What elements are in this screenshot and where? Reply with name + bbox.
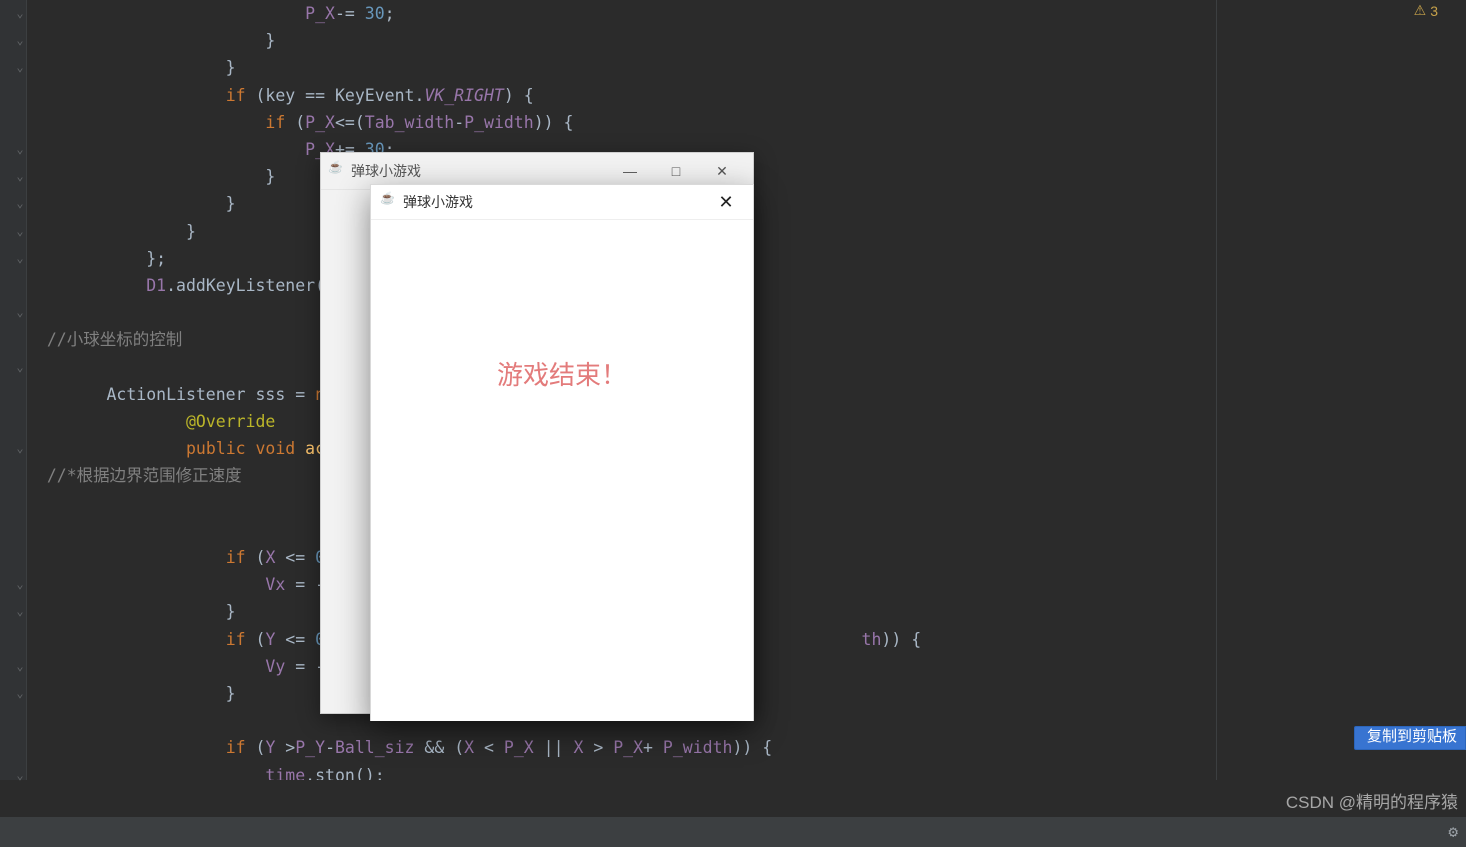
game-canvas: 游戏结束！ [371,220,753,721]
warnings-indicator[interactable]: ⚠ 3 [1414,2,1438,19]
warning-count: 3 [1430,3,1438,19]
editor-gutter: ⌄ ⌄ ⌄ ⌄ ⌄ ⌄ ⌄ ⌄ ⌄ ⌄ ⌄ ⌄ ⌄ ⌄ ⌄ ⌄ [0,0,27,780]
settings-gear-icon[interactable]: ⚙ [1448,822,1458,841]
fold-toggle[interactable]: ⌄ [15,226,25,236]
fold-toggle[interactable]: ⌄ [15,171,25,181]
fold-toggle[interactable]: ⌄ [15,362,25,372]
fold-toggle[interactable]: ⌄ [15,606,25,616]
fold-toggle[interactable]: ⌄ [15,307,25,317]
editor-right-margin [1216,0,1217,780]
fold-toggle[interactable]: ⌄ [15,579,25,589]
copy-to-clipboard-button[interactable]: 复制到剪贴板 [1354,726,1466,750]
fold-toggle[interactable]: ⌄ [15,661,25,671]
dialog-close-button[interactable]: ✕ [709,192,743,213]
game-over-text: 游戏结束！ [371,355,753,392]
minimize-button[interactable]: — [607,163,653,179]
fold-toggle[interactable]: ⌄ [15,8,25,18]
fold-toggle[interactable]: ⌄ [15,443,25,453]
fold-toggle[interactable]: ⌄ [15,144,25,154]
csdn-watermark: CSDN @精明的程序猿 [1286,788,1458,813]
fold-toggle[interactable]: ⌄ [15,688,25,698]
fold-toggle[interactable]: ⌄ [15,198,25,208]
fold-toggle[interactable]: ⌄ [15,62,25,72]
ide-status-bar: ⚙ [0,816,1466,847]
warning-icon: ⚠ [1414,2,1427,19]
ide-viewport: ⌄⌄⌄⌄⌄⌄⌄⌄⌄⌄⌄⌄⌄⌄⌄⌄ P_X-= 30; } } if (key =… [0,0,1466,847]
parent-window-title: 弹球小游戏 [351,161,421,181]
fold-toggle[interactable]: ⌄ [15,35,25,45]
game-dialog-window[interactable]: 弹球小游戏 ✕ 游戏结束！ [370,184,754,721]
close-button[interactable]: ✕ [699,163,745,180]
maximize-button[interactable]: □ [653,163,699,179]
java-icon [329,163,345,179]
java-icon [381,194,397,210]
fold-toggle[interactable]: ⌄ [15,770,25,780]
dialog-titlebar[interactable]: 弹球小游戏 ✕ [371,185,753,220]
dialog-title: 弹球小游戏 [403,192,473,212]
fold-toggle[interactable]: ⌄ [15,253,25,263]
